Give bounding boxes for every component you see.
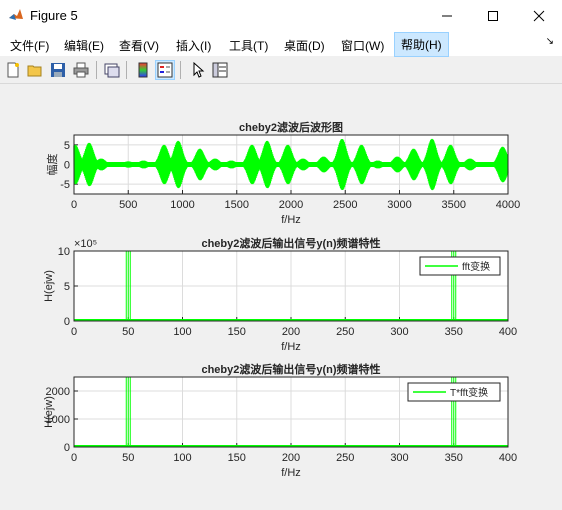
maximize-button[interactable] <box>470 0 516 31</box>
open-file-button[interactable] <box>25 60 45 80</box>
toolbar-separator <box>180 61 181 79</box>
x-tick-label: 50 <box>122 326 134 338</box>
new-figure-button[interactable] <box>3 60 23 80</box>
x-tick-label: 400 <box>499 326 517 338</box>
x-tick-label: 350 <box>445 326 463 338</box>
x-axis-label: f/Hz <box>281 467 301 479</box>
axis-exponent: ×10⁵ <box>74 238 97 250</box>
menu-help[interactable]: 帮助(H) <box>394 32 449 57</box>
plot-title: cheby2滤波后波形图 <box>239 120 343 134</box>
y-tick-label: 5 <box>64 140 70 152</box>
x-tick-label: 500 <box>119 199 137 211</box>
x-axis-label: f/Hz <box>281 214 301 226</box>
plot-title: cheby2滤波后输出信号y(n)频谱特性 <box>201 362 380 376</box>
menu-desktop[interactable]: 桌面(D) <box>280 35 329 56</box>
x-tick-label: 350 <box>445 452 463 464</box>
link-plot-icon <box>104 63 120 78</box>
legend-button[interactable] <box>155 60 175 80</box>
x-tick-label: 300 <box>390 326 408 338</box>
plot-title: cheby2滤波后输出信号y(n)频谱特性 <box>201 236 380 250</box>
property-editor-button[interactable] <box>210 60 230 80</box>
print-button[interactable] <box>71 60 91 80</box>
y-tick-label: 5 <box>64 281 70 293</box>
x-tick-label: 0 <box>71 326 77 338</box>
y-tick-label: -5 <box>60 179 70 191</box>
menu-edit[interactable]: 编辑(E) <box>60 35 108 56</box>
x-tick-label: 200 <box>282 326 300 338</box>
pointer-icon <box>193 62 205 78</box>
x-tick-label: 3000 <box>387 199 411 211</box>
x-tick-label: 150 <box>228 326 246 338</box>
print-icon <box>73 62 89 78</box>
matlab-logo-icon <box>8 7 24 23</box>
y-tick-label: 0 <box>64 442 70 454</box>
menu-tools[interactable]: 工具(T) <box>225 35 272 56</box>
x-tick-label: 100 <box>173 452 191 464</box>
x-tick-label: 3500 <box>442 199 466 211</box>
menu-insert[interactable]: 插入(I) <box>172 35 215 56</box>
menu-view[interactable]: 查看(V) <box>115 35 163 56</box>
toolbar-separator <box>126 61 127 79</box>
x-tick-label: 1500 <box>225 199 249 211</box>
x-tick-label: 200 <box>282 452 300 464</box>
legend-icon <box>157 62 173 78</box>
menu-window[interactable]: 窗口(W) <box>337 35 388 56</box>
figure-plots[interactable]: 0 500 1000 1500 2000 2500 3000 3500 400050-5cheb… <box>0 84 562 507</box>
x-tick-label: 1000 <box>170 199 194 211</box>
x-tick-label: 2000 <box>279 199 303 211</box>
x-tick-label: 4000 <box>496 199 520 211</box>
y-tick-label: 10 <box>58 246 70 258</box>
new-figure-icon <box>7 62 19 78</box>
minimize-button[interactable] <box>424 0 470 31</box>
link-plot-button[interactable] <box>102 60 122 80</box>
y-tick-label: 0 <box>64 160 70 172</box>
colorbar-icon <box>138 62 148 78</box>
x-tick-label: 300 <box>390 452 408 464</box>
dock-arrow-icon[interactable]: ↘ <box>546 36 554 47</box>
close-icon <box>533 10 545 21</box>
x-tick-label: 2500 <box>333 199 357 211</box>
x-axis-label: f/Hz <box>281 341 301 353</box>
maximize-icon <box>488 10 498 21</box>
x-tick-label: 250 <box>336 452 354 464</box>
close-button[interactable] <box>516 0 562 31</box>
legend-label: T*fft变换 <box>450 386 488 399</box>
window-title: Figure 5 <box>30 8 78 23</box>
colorbar-button[interactable] <box>133 60 153 80</box>
pointer-button[interactable] <box>188 60 208 80</box>
x-tick-label: 0 <box>71 452 77 464</box>
figure-canvas: 0 500 1000 1500 2000 2500 3000 3500 4000 5 0 -5 cheb… <box>0 84 562 507</box>
legend-label: fft变换 <box>462 260 490 273</box>
save-button[interactable] <box>48 60 68 80</box>
menu-file[interactable]: 文件(F) <box>6 35 53 56</box>
toolbar-separator <box>96 61 97 79</box>
x-tick-label: 250 <box>336 326 354 338</box>
figure-toolbar <box>0 57 562 84</box>
y-tick-label: 0 <box>64 316 70 328</box>
property-editor-icon <box>212 62 228 78</box>
save-icon <box>51 63 65 77</box>
open-file-icon <box>27 65 42 77</box>
y-axis-label: H(ejw) <box>43 270 55 302</box>
x-tick-label: 150 <box>228 452 246 464</box>
x-tick-label: 50 <box>122 452 134 464</box>
menu-bar: 文件(F) 编辑(E) 查看(V) 插入(I) 工具(T) 桌面(D) 窗口(W… <box>0 31 562 57</box>
minimize-icon <box>442 15 452 16</box>
window-title-bar[interactable]: Figure 5 <box>0 0 562 31</box>
y-axis-label: 幅度 <box>45 154 59 176</box>
x-tick-label: 400 <box>499 452 517 464</box>
y-axis-label: H(ejw) <box>43 396 55 428</box>
x-tick-label: 0 <box>71 199 77 211</box>
x-tick-label: 100 <box>173 326 191 338</box>
